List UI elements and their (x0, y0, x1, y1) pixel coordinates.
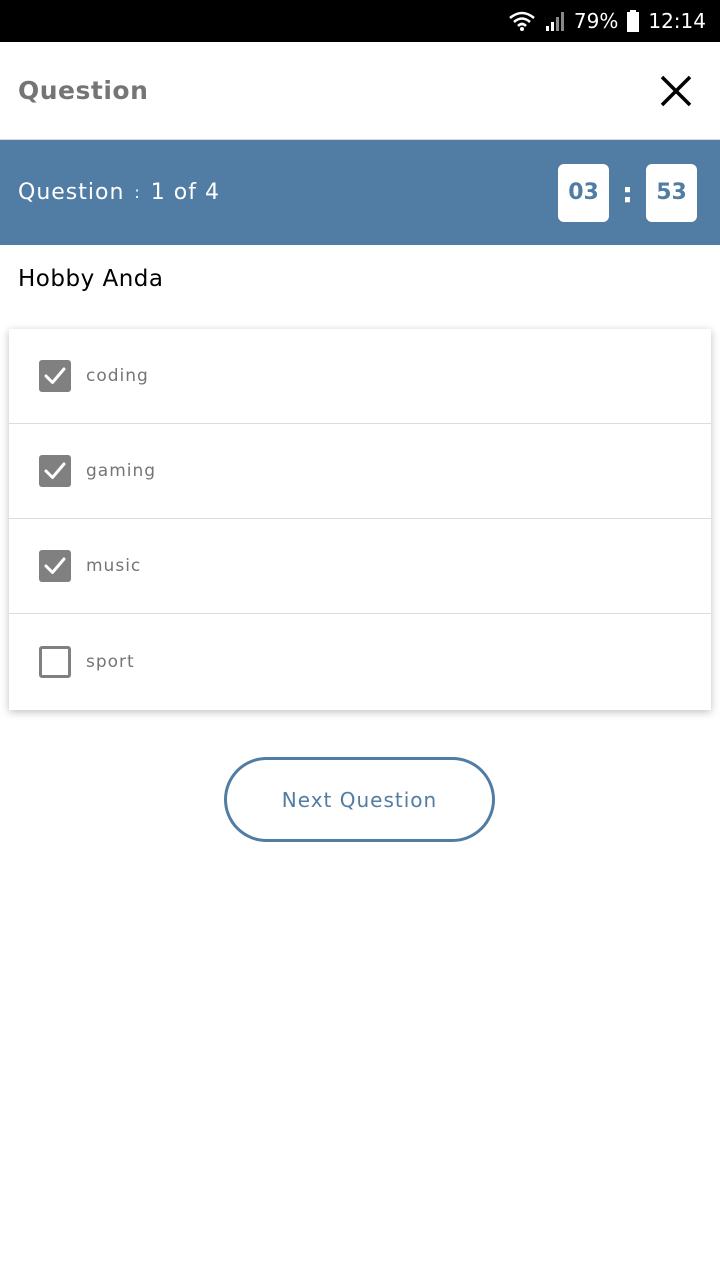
option-label: coding (86, 366, 149, 386)
question-counter-label: Question (18, 180, 125, 205)
timer-seconds: 53 (646, 163, 697, 222)
checkbox[interactable] (39, 646, 71, 678)
question-header: Question : 1 of 4 03 : 53 (0, 140, 720, 245)
page-title: Question (18, 76, 149, 105)
app-bar: Question (0, 42, 720, 140)
question-counter-separator: : (134, 183, 141, 202)
timer-colon: : (621, 176, 634, 209)
checkbox[interactable] (39, 455, 71, 487)
timer-minutes: 03 (558, 163, 609, 222)
question-progress: 1 of 4 (150, 180, 220, 205)
option-label: sport (86, 652, 135, 672)
battery-percent: 79% (573, 9, 619, 33)
close-button[interactable] (656, 71, 696, 111)
option-gaming[interactable]: gaming (9, 424, 711, 519)
question-text: Hobby Anda (18, 266, 164, 292)
option-coding[interactable]: coding (9, 329, 711, 424)
option-label: gaming (86, 461, 157, 481)
check-icon (44, 367, 66, 384)
checkbox[interactable] (39, 550, 71, 582)
countdown-timer: 03 : 53 (558, 163, 697, 222)
wifi-icon (508, 10, 536, 32)
checkbox[interactable] (39, 360, 71, 392)
next-question-button[interactable]: Next Question (224, 757, 495, 842)
signal-icon (544, 10, 566, 32)
status-bar: 79% 12:14 (0, 0, 720, 42)
clock: 12:14 (648, 9, 706, 33)
battery-icon (626, 10, 640, 32)
option-music[interactable]: music (9, 519, 711, 614)
check-icon (44, 462, 66, 479)
check-icon (44, 557, 66, 574)
close-icon (660, 75, 692, 106)
options-card: coding gaming music sport (9, 329, 711, 710)
option-sport[interactable]: sport (9, 614, 711, 710)
question-counter: Question : 1 of 4 (18, 180, 220, 205)
option-label: music (86, 556, 142, 576)
